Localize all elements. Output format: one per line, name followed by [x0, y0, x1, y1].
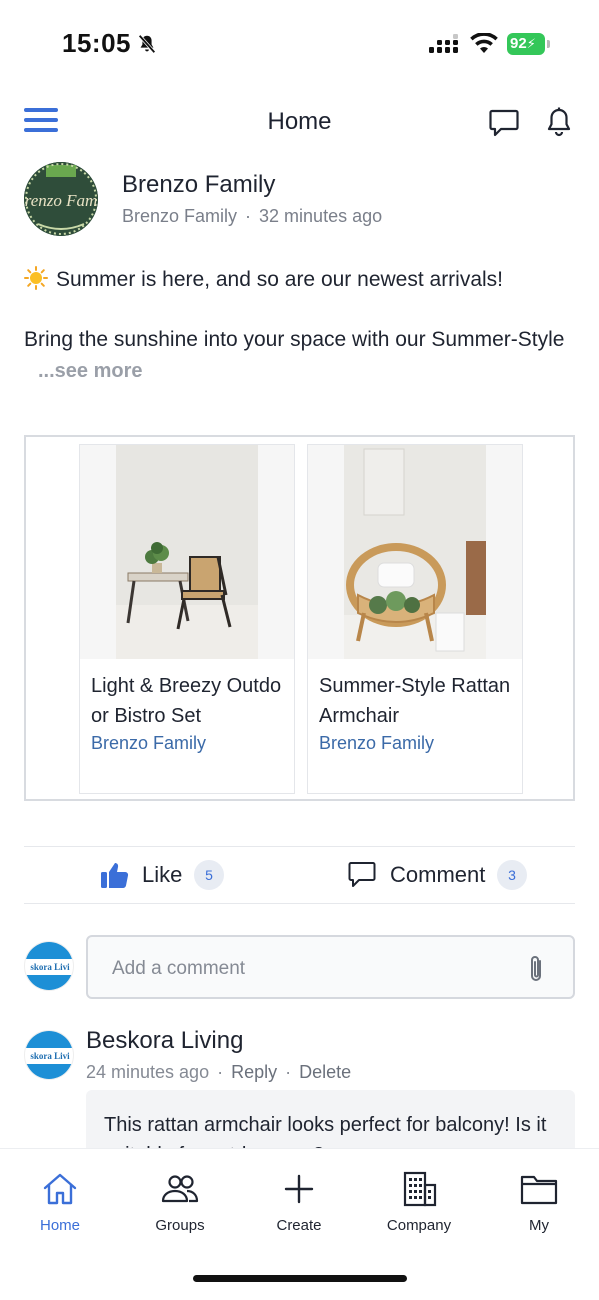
comment-input-placeholder: Add a comment	[112, 958, 246, 979]
comment-count-badge[interactable]: 3	[497, 860, 527, 890]
cellular-signal-icon	[429, 34, 458, 53]
bell-slash-icon	[138, 34, 156, 54]
comment-label: Comment	[390, 862, 486, 887]
wifi-icon	[470, 33, 498, 53]
product-name[interactable]: Light & Breezy Outdoor Bistro Set	[91, 671, 289, 731]
bottom-navigation: Home Groups Create Company My	[0, 1148, 599, 1300]
post-meta: Brenzo Family · 32 minutes ago	[122, 206, 382, 227]
current-user-avatar: skora Livi	[24, 941, 74, 991]
like-button[interactable]: Like 5	[100, 857, 240, 893]
sun-emoji-icon	[24, 266, 48, 290]
paperclip-icon[interactable]	[525, 953, 547, 985]
post-time: 32 minutes ago	[259, 206, 383, 226]
product-card[interactable]: Light & Breezy Outdoor Bistro Set Brenzo…	[79, 444, 295, 794]
app-header: Home	[0, 96, 599, 152]
svg-text:renzo Fam: renzo Fam	[25, 191, 98, 210]
plus-icon	[284, 1174, 314, 1204]
meta-separator: ·	[245, 206, 252, 226]
post-text-line-1: Summer is here, and so are our newest ar…	[24, 266, 503, 292]
nav-company[interactable]: Company	[369, 1169, 469, 1234]
status-bar: 15:05 92⚡	[0, 0, 599, 90]
meta-separator: ·	[285, 1062, 292, 1082]
chat-icon[interactable]	[488, 108, 520, 138]
nav-home[interactable]: Home	[10, 1169, 110, 1234]
nav-my[interactable]: My	[489, 1169, 589, 1234]
nav-create-label: Create	[276, 1217, 322, 1234]
notification-bell-icon[interactable]	[544, 106, 574, 138]
battery-level: 92⚡	[507, 33, 545, 55]
comment-input[interactable]: Add a comment	[86, 935, 575, 999]
product-name[interactable]: Summer-Style Rattan Armchair	[319, 671, 517, 731]
battery-indicator: 92⚡	[507, 33, 551, 55]
commenter-avatar[interactable]: skora Livi	[24, 1030, 74, 1080]
status-time: 15:05	[62, 28, 131, 58]
brenzo-logo: renzo Fam	[24, 162, 98, 236]
post-author-name[interactable]: Brenzo Family	[122, 171, 275, 199]
divider	[24, 846, 575, 847]
nav-home-label: Home	[39, 1217, 80, 1234]
post-text-first: Summer is here, and so are our newest ar…	[56, 268, 504, 291]
bistro-set-image	[80, 445, 294, 659]
nav-my-label: My	[529, 1217, 549, 1234]
meta-separator: ·	[217, 1062, 224, 1082]
like-count-badge[interactable]: 5	[194, 860, 224, 890]
product-seller-link[interactable]: Brenzo Family	[319, 733, 434, 754]
product-seller-link[interactable]: Brenzo Family	[91, 733, 206, 754]
comment-time: 24 minutes ago	[86, 1062, 210, 1082]
groups-icon	[161, 1175, 199, 1203]
reply-button[interactable]: Reply	[231, 1062, 277, 1082]
home-icon	[43, 1173, 77, 1205]
comment-meta: 24 minutes ago · Reply · Delete	[86, 1062, 351, 1083]
building-icon	[403, 1171, 437, 1207]
product-carousel: Light & Breezy Outdoor Bistro Set Brenzo…	[24, 435, 575, 801]
divider	[24, 903, 575, 904]
delete-button[interactable]: Delete	[299, 1062, 351, 1082]
see-more-link[interactable]: ...see more	[38, 360, 143, 383]
post-text-line-2: Bring the sunshine into your space with …	[24, 328, 565, 351]
rattan-armchair-image	[308, 445, 522, 659]
folder-icon	[520, 1175, 558, 1205]
post-meta-author[interactable]: Brenzo Family	[122, 206, 237, 226]
product-card[interactable]: Summer-Style Rattan Armchair Brenzo Fami…	[307, 444, 523, 794]
nav-company-label: Company	[386, 1217, 452, 1234]
post-author-avatar[interactable]: renzo Fam	[24, 162, 98, 236]
comment-button[interactable]: Comment 3	[347, 857, 537, 893]
nav-groups[interactable]: Groups	[130, 1169, 230, 1234]
like-label: Like	[142, 862, 183, 887]
nav-create[interactable]: Create	[249, 1169, 349, 1234]
nav-groups-label: Groups	[155, 1217, 205, 1234]
comment-icon	[348, 862, 376, 887]
home-indicator	[193, 1275, 407, 1282]
commenter-name[interactable]: Beskora Living	[86, 1027, 243, 1055]
thumbs-up-icon	[101, 863, 129, 888]
